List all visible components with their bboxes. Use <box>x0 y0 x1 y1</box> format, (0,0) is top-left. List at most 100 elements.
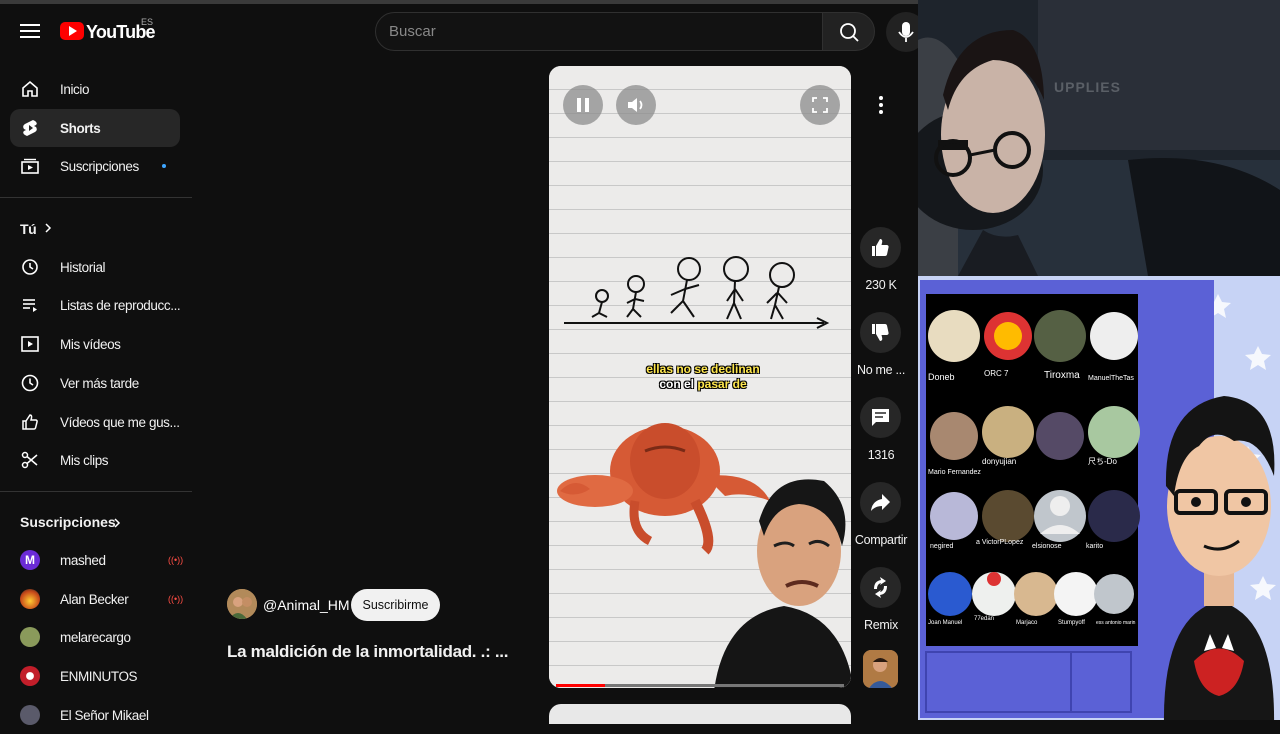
remix-button[interactable] <box>860 567 901 608</box>
playlists-icon <box>23 299 37 313</box>
evolution-drawing <box>564 256 830 329</box>
dislike-label: No me ... <box>856 363 905 377</box>
dislike-button[interactable] <box>860 312 901 353</box>
short-video-player[interactable]: ellas no se declinan con el pasar de <box>549 66 851 688</box>
supporter-name: Stumpyoff <box>1058 620 1085 626</box>
fullscreen-button[interactable] <box>800 85 840 125</box>
supporter-name: Marjaco <box>1016 620 1038 626</box>
video-title[interactable]: La maldición de la inmortalidad. .: ... <box>227 642 508 662</box>
youtube-logo-icon[interactable] <box>60 22 84 40</box>
channel-name: melarecargo <box>60 630 131 646</box>
sidebar-item-watch-later[interactable]: Ver más tarde <box>10 364 180 403</box>
channel-name: mashed <box>60 552 106 568</box>
hamburger-menu-icon[interactable] <box>18 20 42 44</box>
share-button[interactable] <box>860 482 901 523</box>
sidebar-channel-alan-becker[interactable]: Alan Becker ((•)) <box>10 580 184 619</box>
thumbs-down-icon <box>872 324 889 341</box>
section-title: Suscripciones <box>20 513 116 530</box>
sidebar-item-shorts[interactable]: Shorts <box>10 108 180 148</box>
new-content-dot <box>162 164 166 169</box>
sidebar-item-label: Vídeos que me gus... <box>60 414 180 430</box>
supporter-name: karito <box>1086 543 1103 550</box>
sidebar-item-your-videos[interactable]: Mis vídeos <box>10 325 180 364</box>
subscriptions-icon <box>21 159 39 175</box>
search-input[interactable] <box>376 13 796 50</box>
volume-icon <box>628 98 643 112</box>
search-box <box>375 12 823 51</box>
webcam-overlay: UPPLIES <box>918 0 1280 276</box>
supporter-name: 77edan <box>974 616 994 622</box>
sidebar-channel-enminutos[interactable]: ENMINUTOS <box>10 657 180 696</box>
pause-button[interactable] <box>563 85 603 125</box>
sidebar-section-you[interactable]: Tú <box>10 209 180 248</box>
subscribe-button[interactable]: Suscribirme <box>351 589 440 621</box>
video-progress-bar[interactable] <box>556 684 844 687</box>
sidebar: Inicio Shorts Suscripciones Tú Historial… <box>0 70 192 734</box>
share-label: Compartir <box>854 533 908 547</box>
chevron-right-icon <box>45 223 52 233</box>
channel-name: El Señor Mikael <box>60 707 149 723</box>
supporter-name: donyujian <box>982 457 1016 466</box>
thumbs-up-icon <box>872 239 889 256</box>
sidebar-item-playlists[interactable]: Listas de reproducc... <box>10 286 181 325</box>
page-loading-bar <box>0 0 918 4</box>
channel-avatar <box>20 627 40 648</box>
sidebar-item-subscriptions[interactable]: Suscripciones <box>10 147 180 186</box>
comments-button[interactable] <box>860 397 901 438</box>
supporter-name: Tiroxma <box>1044 370 1080 381</box>
supporter-name: 尺ち-Do <box>1088 457 1117 466</box>
sidebar-channel-el-senor-mikael[interactable]: El Señor Mikael <box>10 696 180 734</box>
sidebar-channel-mashed[interactable]: M mashed ((•)) <box>10 541 184 580</box>
comment-count: 1316 <box>867 448 895 462</box>
stream-overlay-panel: Doneb ORC 7 Tiroxma ManuelTheTas Mario F… <box>918 276 1280 720</box>
streamer-cartoon-avatar <box>1164 396 1275 720</box>
remix-label: Remix <box>864 618 898 632</box>
comment-icon <box>872 409 889 426</box>
search-icon <box>840 23 859 42</box>
volume-button[interactable] <box>616 85 656 125</box>
remix-icon <box>874 577 887 598</box>
supporter-name: Joan Manuel <box>928 620 962 626</box>
sidebar-item-label: Mis clips <box>60 453 109 469</box>
sidebar-item-label: Shorts <box>60 120 101 136</box>
clips-icon <box>21 451 38 469</box>
sidebar-channel-melarecargo[interactable]: melarecargo <box>10 618 180 657</box>
country-code: ES <box>141 17 154 27</box>
supporter-name: ORC 7 <box>984 369 1009 378</box>
sidebar-item-clips[interactable]: Mis clips <box>10 441 180 480</box>
next-short-preview[interactable] <box>549 704 851 724</box>
liked-videos-icon <box>22 413 38 430</box>
search-button[interactable] <box>822 12 875 51</box>
supporter-name: Mario Fernandez <box>928 469 981 476</box>
sidebar-item-history[interactable]: Historial <box>10 248 180 287</box>
caption-line-1: ellas no se declinan <box>646 362 760 376</box>
sidebar-divider <box>0 197 192 199</box>
sidebar-section-subscriptions[interactable]: Suscripciones <box>0 503 192 541</box>
supporter-grid: Doneb ORC 7 Tiroxma ManuelTheTas Mario F… <box>928 310 1140 626</box>
channel-name: ENMINUTOS <box>60 668 138 684</box>
live-icon: ((•)) <box>168 554 184 565</box>
section-title: Tú <box>20 221 37 238</box>
sidebar-divider <box>0 490 192 492</box>
channel-avatar <box>20 665 40 686</box>
audio-source-thumbnail[interactable] <box>863 650 898 688</box>
avatar-image <box>227 589 257 619</box>
channel-avatar <box>20 588 40 609</box>
video-progress-fill <box>556 684 605 687</box>
chevron-right-icon <box>114 518 121 528</box>
sidebar-item-home[interactable]: Inicio <box>10 70 180 109</box>
sidebar-item-liked-videos[interactable]: Vídeos que me gus... <box>10 403 180 442</box>
live-icon: ((•)) <box>168 593 184 604</box>
channel-avatar[interactable] <box>227 589 257 619</box>
channel-handle[interactable]: @Animal_HM <box>263 597 350 613</box>
creator-face <box>714 479 851 688</box>
supporter-name: elsionose <box>1032 543 1062 550</box>
webcam-background-sign: UPPLIES <box>1054 79 1121 95</box>
supporter-name: a VictorPLopez <box>976 539 1024 546</box>
more-options-button[interactable] <box>862 86 900 124</box>
like-button[interactable] <box>860 227 901 268</box>
thumbnail-image <box>863 650 898 688</box>
pause-icon <box>577 98 589 112</box>
more-vertical-icon <box>879 96 883 114</box>
sidebar-item-label: Suscripciones <box>60 159 139 175</box>
